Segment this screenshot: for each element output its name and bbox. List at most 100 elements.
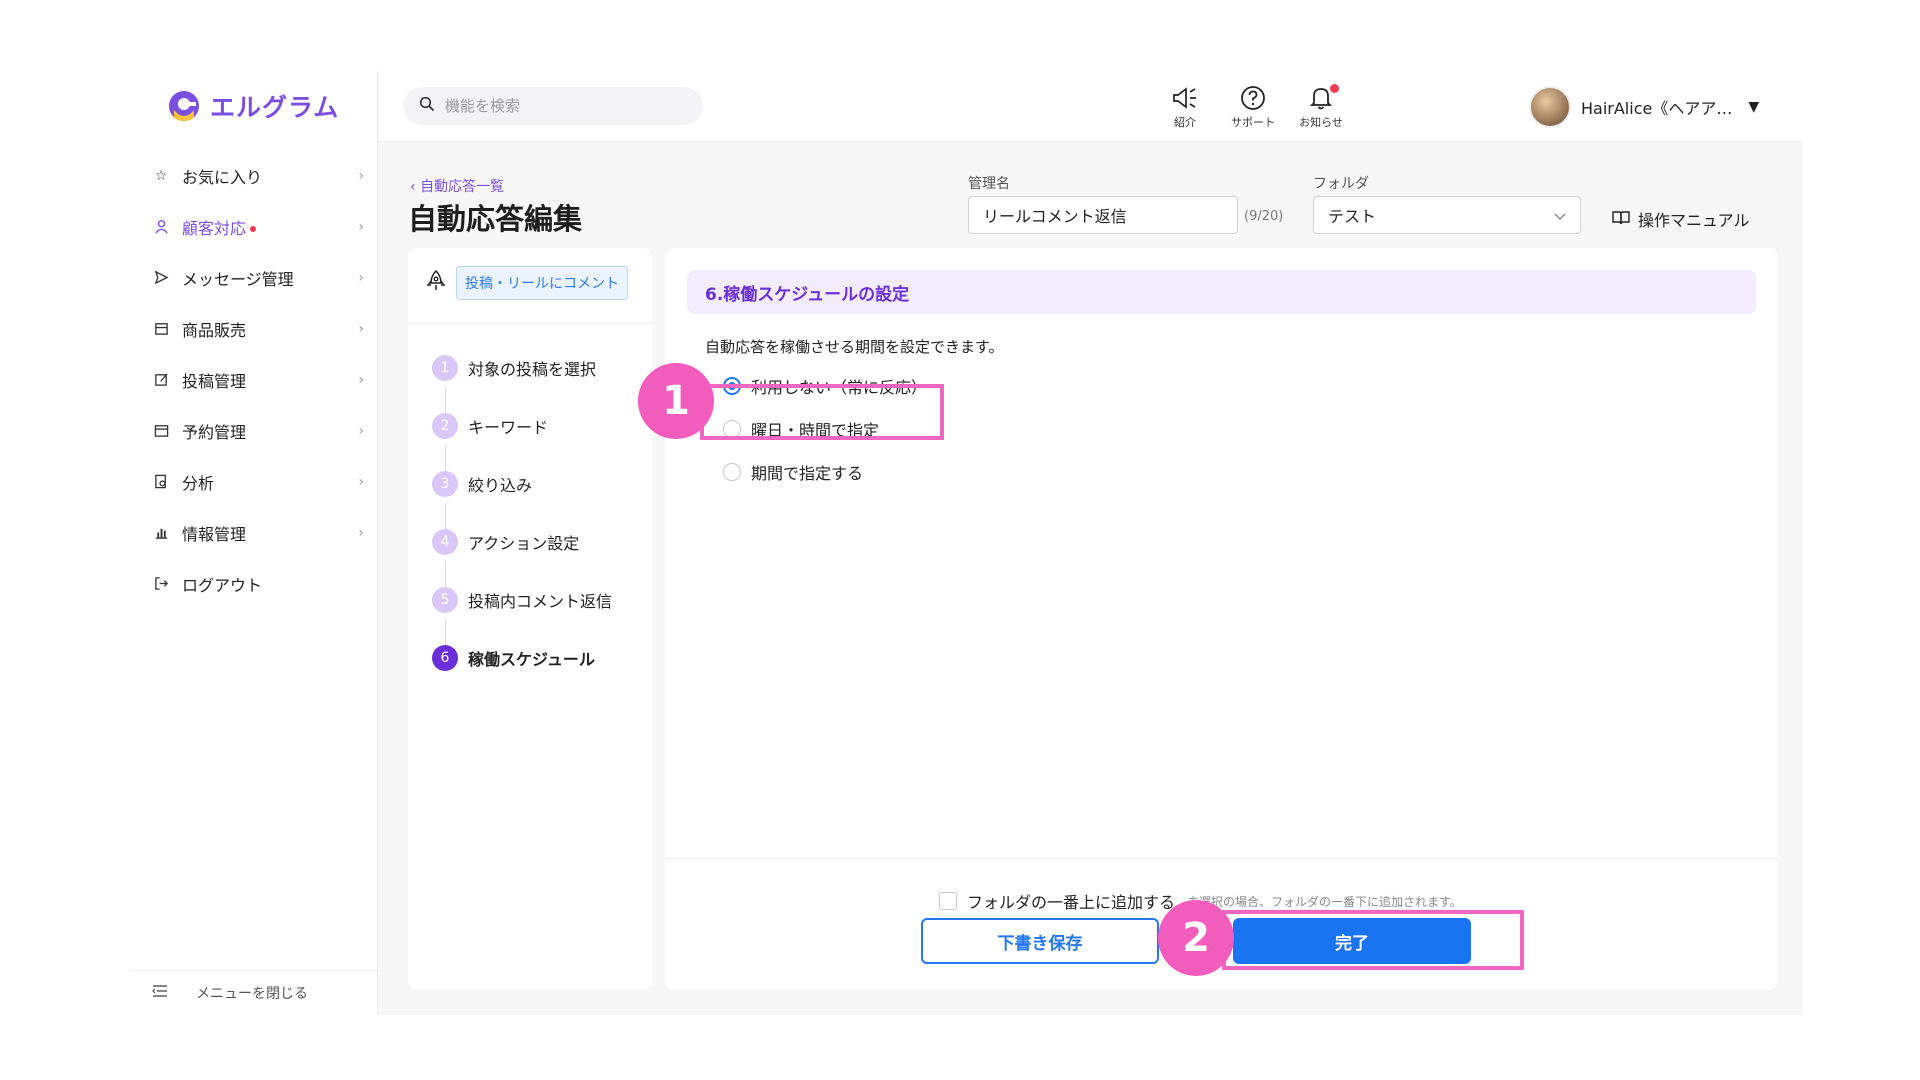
notification-dot: [1330, 84, 1339, 93]
notifications-label: お知らせ: [1299, 116, 1343, 129]
folder-selected-value: テスト: [1328, 207, 1377, 226]
add-to-top-checkbox[interactable]: [939, 892, 957, 910]
sidebar-item-posts[interactable]: 投稿管理 ›: [130, 354, 378, 405]
bar-chart-icon: [152, 524, 170, 542]
section-title: 6.稼働スケジュールの設定: [687, 270, 1756, 314]
sidebar-item-sales[interactable]: 商品販売 ›: [130, 303, 378, 354]
radio-button[interactable]: [723, 463, 741, 481]
chevron-right-icon: ›: [358, 320, 364, 337]
sidebar-item-favorites[interactable]: ☆ お気に入り ›: [130, 150, 378, 201]
option-period[interactable]: 期間で指定する: [723, 460, 863, 484]
sidebar-item-analysis[interactable]: 分析 ›: [130, 456, 378, 507]
breadcrumb-link: 自動応答一覧: [420, 179, 505, 195]
sidebar-item-label: メッセージ管理: [182, 269, 294, 289]
step-2[interactable]: 2 キーワード: [432, 413, 548, 439]
sidebar-item-logout[interactable]: ログアウト: [130, 558, 378, 609]
step-label: 稼働スケジュール: [468, 650, 595, 669]
annotation-highlight-1: [700, 384, 944, 440]
chevron-right-icon: ›: [358, 269, 364, 286]
brand-name: エルグラム: [210, 93, 340, 122]
user-name: HairAlice《ヘアア…: [1581, 99, 1733, 118]
annotation-highlight-2: [1222, 910, 1524, 970]
step-label: キーワード: [468, 418, 549, 437]
brand-logo[interactable]: エルグラム: [166, 86, 339, 126]
step-label: 対象の投稿を選択: [468, 360, 597, 379]
close-menu-label: メニューを閉じる: [196, 986, 308, 1002]
sidebar-item-label: 顧客対応: [182, 218, 247, 238]
sidebar-item-customer[interactable]: 顧客対応 ›: [130, 201, 378, 252]
bell-icon: [1309, 84, 1339, 112]
step-label: アクション設定: [468, 534, 580, 553]
name-field[interactable]: [968, 196, 1238, 234]
chevron-right-icon: ›: [358, 218, 364, 235]
step-number: 6: [432, 645, 458, 671]
step-4[interactable]: 4 アクション設定: [432, 529, 579, 555]
sidebar-item-label: ログアウト: [182, 575, 263, 595]
chevron-right-icon: ›: [358, 473, 364, 490]
star-icon: ☆: [154, 167, 168, 184]
search-input[interactable]: [445, 97, 675, 115]
search-icon: [419, 96, 435, 116]
step-number: 3: [432, 471, 458, 497]
annotation-badge-1: 1: [638, 363, 714, 439]
breadcrumb[interactable]: ‹ 自動応答一覧: [410, 176, 504, 196]
sidebar-item-reservations[interactable]: 予約管理 ›: [130, 405, 378, 456]
folder-select[interactable]: テスト: [1313, 196, 1581, 234]
search-box[interactable]: [403, 87, 703, 125]
send-icon: [152, 269, 170, 287]
menu-collapse-icon: [152, 984, 168, 1002]
sidebar-item-label: 投稿管理: [182, 371, 247, 391]
logout-icon: [152, 575, 170, 593]
step-number: 2: [432, 413, 458, 439]
analysis-icon: [152, 473, 170, 491]
step-number: 5: [432, 587, 458, 613]
sidebar-nav: ☆ お気に入り › 顧客対応 › メッセージ管理 › 商品販売 › 投稿管理 ›…: [130, 150, 378, 609]
step-6[interactable]: 6 稼働スケジュール: [432, 645, 595, 671]
chevron-down-icon: [1554, 206, 1566, 225]
megaphone-icon: [1172, 84, 1198, 112]
chevron-right-icon: ›: [358, 524, 364, 541]
app-window: エルグラム ☆ お気に入り › 顧客対応 › メッセージ管理 › 商品販売 › …: [130, 70, 1802, 1015]
step-5[interactable]: 5 投稿内コメント返信: [432, 587, 612, 613]
edit-icon: [152, 371, 170, 389]
annotation-badge-2: 2: [1158, 900, 1234, 976]
close-menu-button[interactable]: メニューを閉じる: [130, 970, 378, 1015]
caret-down-icon: ▼: [1748, 99, 1760, 115]
sidebar-item-label: 商品販売: [182, 320, 247, 340]
intro-label: 紹介: [1174, 116, 1196, 129]
sidebar-item-label: 予約管理: [182, 422, 247, 442]
steps-panel: 投稿・リールにコメント 1 対象の投稿を選択 2 キーワード 3 絞り込み 4 …: [408, 248, 652, 990]
step-number: 1: [432, 355, 458, 381]
avatar: [1529, 86, 1571, 128]
step-1[interactable]: 1 対象の投稿を選択: [432, 355, 596, 381]
chevron-right-icon: ›: [358, 422, 364, 439]
sidebar-item-info[interactable]: 情報管理 ›: [130, 507, 378, 558]
sidebar-item-label: お気に入り: [182, 167, 263, 187]
divider: [665, 858, 1778, 859]
notifications-button[interactable]: お知らせ: [1291, 84, 1351, 130]
sidebar-item-label: 分析: [182, 473, 215, 493]
page-title: 自動応答編集: [408, 202, 583, 236]
name-field-label: 管理名: [968, 176, 1010, 192]
save-draft-button[interactable]: 下書き保存: [921, 918, 1159, 964]
step-3[interactable]: 3 絞り込み: [432, 471, 532, 497]
manual-label: 操作マニュアル: [1638, 211, 1750, 230]
trigger-tag: 投稿・リールにコメント: [456, 266, 628, 300]
option-label: 期間で指定する: [751, 464, 864, 483]
manual-link[interactable]: 操作マニュアル: [1612, 207, 1750, 231]
sidebar-item-messages[interactable]: メッセージ管理 ›: [130, 252, 378, 303]
step-label: 投稿内コメント返信: [468, 592, 613, 611]
rocket-icon: [426, 269, 446, 296]
chevron-right-icon: ›: [358, 167, 364, 184]
name-char-counter: (9/20): [1244, 209, 1284, 224]
support-button[interactable]: サポート: [1223, 84, 1283, 130]
user-icon: [152, 218, 170, 236]
intro-button[interactable]: 紹介: [1155, 84, 1215, 130]
support-label: サポート: [1231, 116, 1275, 129]
unread-dot: [250, 226, 257, 232]
help-icon: [1240, 84, 1266, 112]
calendar-icon: [152, 422, 170, 440]
book-icon: [1612, 210, 1630, 229]
add-to-top-hint: 未選択の場合、フォルダの一番下に追加されます。: [1187, 894, 1462, 909]
user-menu[interactable]: HairAlice《ヘアア… ▼: [1529, 86, 1759, 128]
